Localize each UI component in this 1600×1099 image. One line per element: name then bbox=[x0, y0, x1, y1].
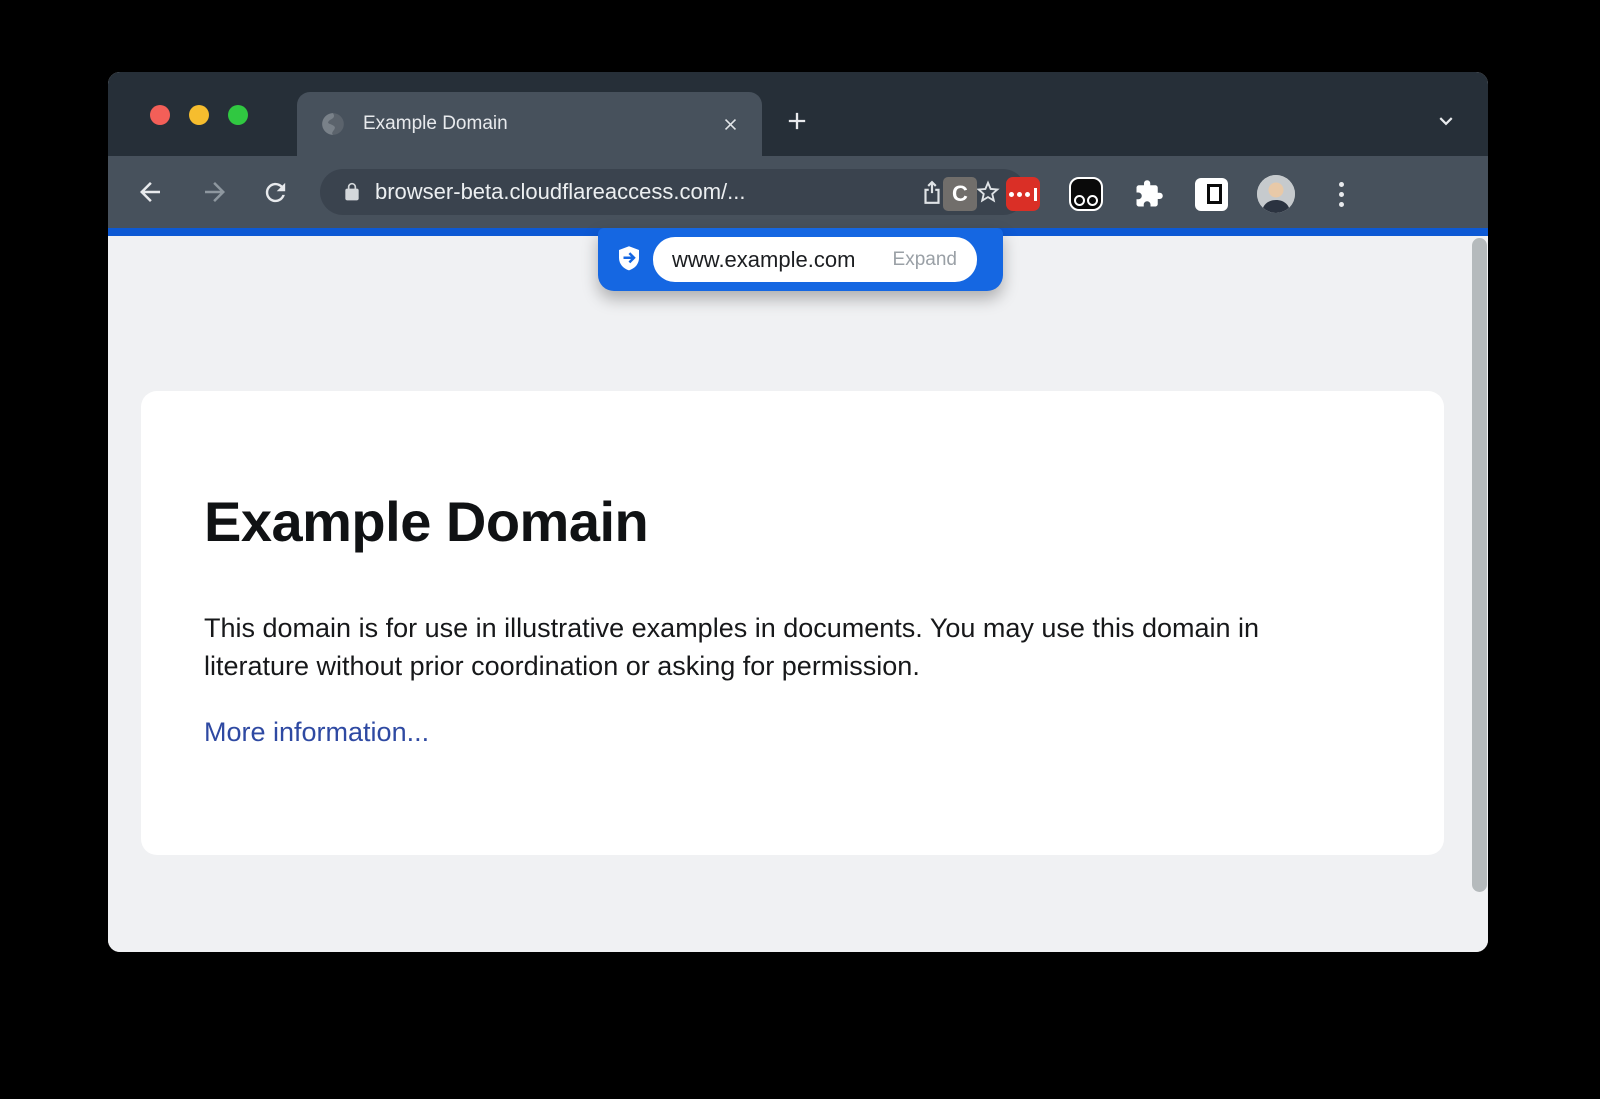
forward-button[interactable] bbox=[194, 171, 236, 213]
window-controls bbox=[150, 105, 248, 125]
extension-camera-icon[interactable] bbox=[1069, 177, 1103, 211]
tab-title: Example Domain bbox=[363, 113, 720, 135]
extension-c-icon[interactable]: C bbox=[943, 177, 977, 211]
address-bar[interactable]: browser-beta.cloudflareaccess.com/... bbox=[320, 169, 1026, 215]
tab-strip: Example Domain bbox=[108, 72, 1488, 156]
url-text: browser-beta.cloudflareaccess.com/... bbox=[375, 179, 918, 205]
share-icon[interactable] bbox=[918, 178, 946, 206]
expand-button[interactable]: Expand bbox=[893, 249, 957, 271]
profile-avatar[interactable] bbox=[1257, 175, 1295, 213]
page-paragraph: This domain is for use in illustrative e… bbox=[204, 609, 1352, 685]
shield-arrow-icon bbox=[614, 244, 644, 274]
vertical-scrollbar[interactable] bbox=[1472, 238, 1487, 892]
content-card: Example Domain This domain is for use in… bbox=[141, 391, 1444, 855]
extensions-area: C bbox=[943, 175, 1358, 213]
kebab-menu-icon[interactable] bbox=[1324, 177, 1358, 211]
new-tab-button[interactable] bbox=[780, 104, 814, 138]
isolation-domain-field: www.example.com Expand bbox=[653, 237, 977, 282]
lock-icon[interactable] bbox=[342, 181, 362, 203]
isolated-domain-text: www.example.com bbox=[672, 247, 855, 273]
page-title: Example Domain bbox=[204, 491, 1378, 553]
reload-button[interactable] bbox=[254, 171, 296, 213]
globe-favicon-icon bbox=[320, 111, 346, 137]
close-window-button[interactable] bbox=[150, 105, 170, 125]
browser-window: Example Domain bbox=[108, 72, 1488, 952]
tab-close-icon[interactable] bbox=[720, 114, 740, 134]
back-button[interactable] bbox=[129, 171, 171, 213]
isolation-domain-pill[interactable]: www.example.com Expand bbox=[598, 228, 1003, 291]
zoom-window-button[interactable] bbox=[228, 105, 248, 125]
page-viewport: www.example.com Expand Example Domain Th… bbox=[108, 236, 1488, 952]
extension-password-icon[interactable] bbox=[1006, 177, 1040, 211]
minimize-window-button[interactable] bbox=[189, 105, 209, 125]
chevron-down-icon[interactable] bbox=[1429, 104, 1463, 138]
browser-tab[interactable]: Example Domain bbox=[297, 92, 762, 156]
puzzle-extensions-icon[interactable] bbox=[1132, 177, 1166, 211]
more-information-link[interactable]: More information... bbox=[204, 717, 429, 748]
extension-panel-icon[interactable] bbox=[1195, 178, 1228, 211]
toolbar: browser-beta.cloudflareaccess.com/... C bbox=[108, 156, 1488, 228]
